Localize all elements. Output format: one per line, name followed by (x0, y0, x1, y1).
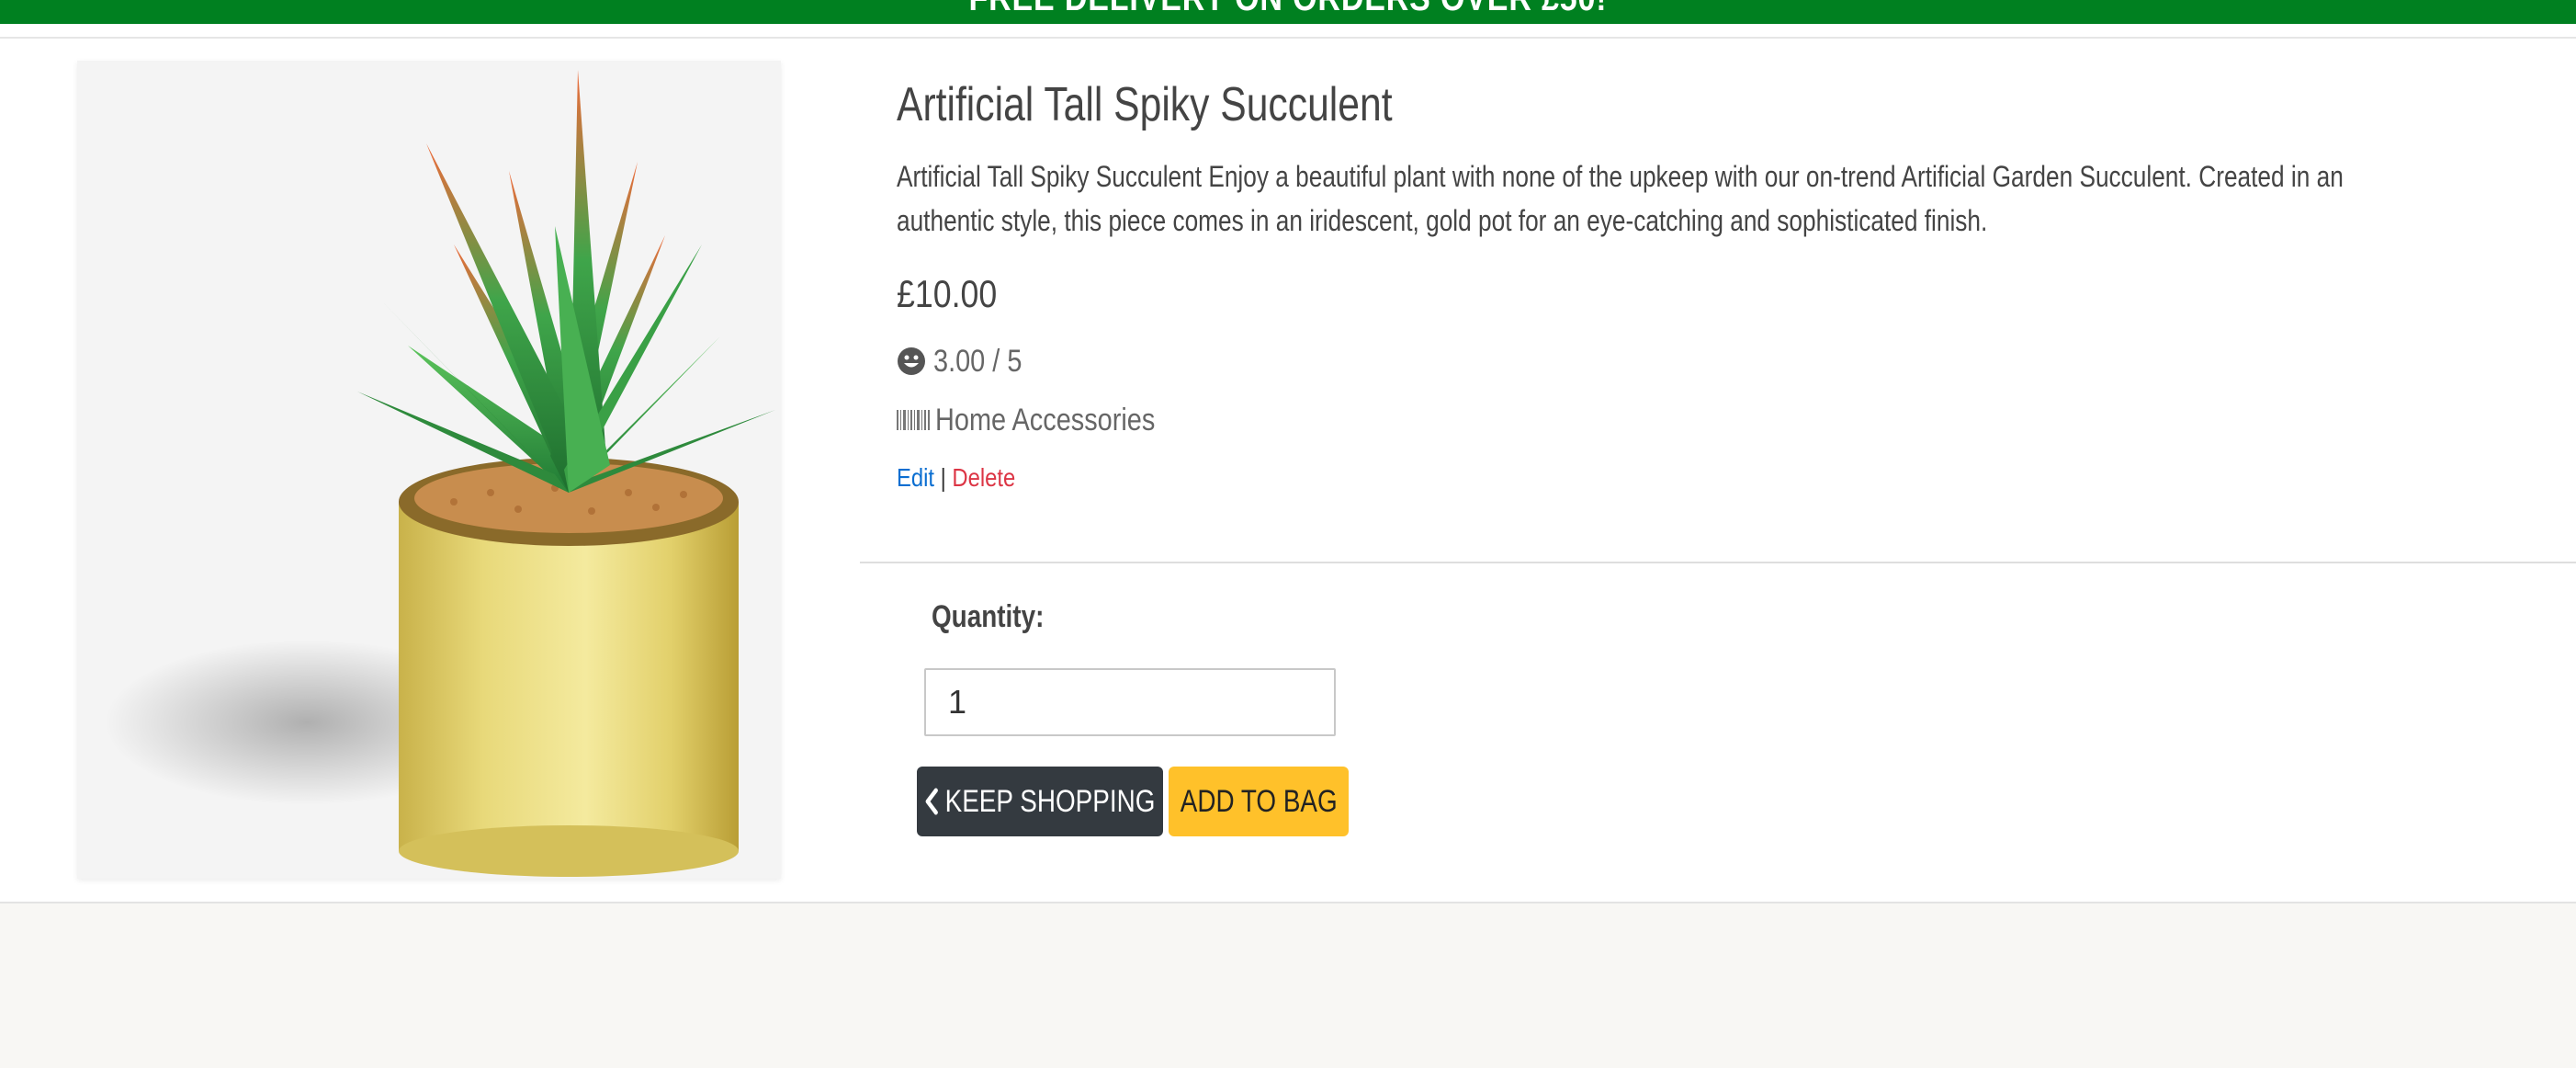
smile-icon (898, 347, 925, 375)
quantity-label: Quantity: (932, 599, 1045, 634)
product-price: £10.00 (897, 272, 998, 315)
product-category: Home Accessories (897, 397, 1194, 443)
product-rating: 3.00 / 5 (897, 338, 1037, 384)
edit-link[interactable]: Edit (897, 463, 934, 492)
product-title: Artificial Tall Spiky Succulent (897, 78, 1393, 131)
header-divider (0, 37, 2576, 39)
product-description: Artificial Tall Spiky Succulent Enjoy a … (897, 160, 2344, 237)
add-to-bag-button[interactable]: ADD TO BAG (1169, 767, 1349, 836)
delete-link[interactable]: Delete (952, 463, 1015, 492)
barcode-icon (897, 410, 930, 430)
keep-shopping-label: KEEP SHOPPING (945, 783, 1156, 819)
add-to-bag-label: ADD TO BAG (1180, 783, 1338, 819)
delivery-banner-text: FREE DELIVERY ON ORDERS OVER £50! (193, 0, 2382, 20)
category-link[interactable]: Home Accessories (935, 397, 1155, 443)
rating-value: 3.00 / 5 (933, 344, 1022, 379)
succulent-plant-illustration (105, 70, 775, 877)
link-separator: | (940, 463, 946, 492)
admin-links: Edit | Delete (897, 460, 1015, 496)
delivery-banner: FREE DELIVERY ON ORDERS OVER £50! (0, 0, 2576, 24)
chevron-left-icon (926, 788, 939, 815)
section-divider (860, 562, 2576, 563)
keep-shopping-button[interactable]: KEEP SHOPPING (917, 767, 1163, 836)
footer (0, 903, 2576, 1068)
product-image (77, 61, 781, 879)
quantity-input[interactable] (924, 668, 1336, 736)
